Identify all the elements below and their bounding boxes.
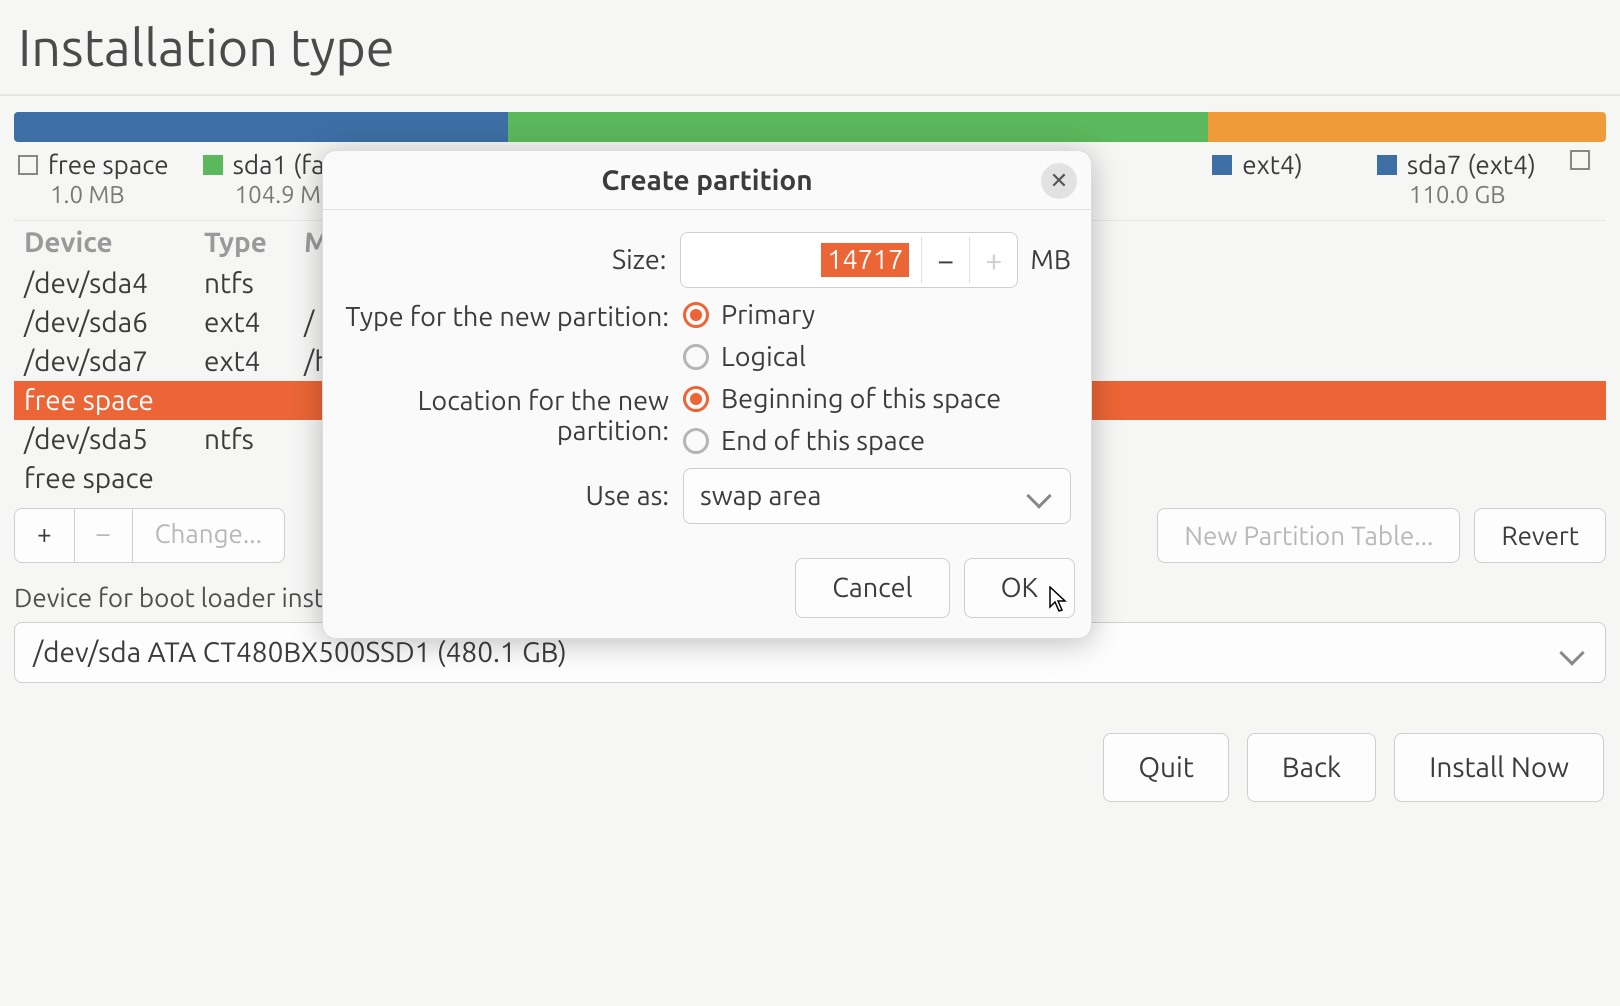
usage-segment (14, 112, 508, 142)
header-type: Type (204, 227, 304, 258)
radio-icon (683, 344, 709, 370)
use-as-value: swap area (700, 481, 821, 511)
size-input[interactable]: 14717 (681, 233, 921, 287)
wizard-footer: Quit Back Install Now (14, 733, 1606, 802)
close-button[interactable]: ✕ (1041, 163, 1077, 199)
ok-button[interactable]: OK (964, 558, 1075, 618)
use-as-select[interactable]: swap area (683, 468, 1071, 524)
legend-item: ext4) (1212, 150, 1303, 208)
radio-icon (683, 302, 709, 328)
cell-device: /dev/sda4 (24, 268, 204, 299)
legend-item: free space1.0 MB (18, 150, 169, 208)
quit-button[interactable]: Quit (1103, 733, 1229, 802)
new-partition-table-button[interactable]: New Partition Table... (1157, 508, 1460, 563)
legend-sublabel: 110.0 GB (1377, 181, 1536, 208)
radio-end-label: End of this space (721, 426, 925, 456)
close-icon: ✕ (1050, 168, 1068, 194)
size-input-value: 14717 (821, 243, 909, 277)
cell-device: /dev/sda6 (24, 307, 204, 338)
radio-primary[interactable]: Primary (683, 300, 815, 330)
cell-type (204, 385, 304, 416)
size-increment-button[interactable]: + (969, 237, 1017, 283)
cell-type: ext4 (204, 346, 304, 377)
legend-label: free space (48, 150, 169, 179)
radio-logical-label: Logical (721, 342, 806, 372)
change-partition-button[interactable]: Change... (132, 508, 285, 563)
swatch-icon (1570, 150, 1590, 170)
size-unit: MB (1030, 245, 1071, 275)
create-partition-dialog: Create partition ✕ Size: 14717 − + MB Ty… (322, 150, 1092, 639)
cell-device: /dev/sda5 (24, 424, 204, 455)
cell-device: free space (24, 463, 204, 494)
remove-partition-button[interactable]: – (74, 508, 132, 563)
legend-label: sda1 (fa (233, 150, 325, 179)
legend-item: sda1 (fa104.9 MB (203, 150, 337, 208)
size-spinbox[interactable]: 14717 − + (680, 232, 1018, 288)
usage-segment (508, 112, 1208, 142)
cell-type: ntfs (204, 424, 304, 455)
bootloader-device-value: /dev/sda ATA CT480BX500SSD1 (480.1 GB) (33, 637, 567, 668)
install-now-button[interactable]: Install Now (1394, 733, 1604, 802)
chevron-down-icon (1026, 483, 1051, 508)
legend-item: sda7 (ext4)110.0 GB (1377, 150, 1536, 208)
swatch-icon (18, 155, 38, 175)
cell-device: /dev/sda7 (24, 346, 204, 377)
radio-primary-label: Primary (721, 300, 815, 330)
swatch-icon (1377, 155, 1397, 175)
radio-beginning-label: Beginning of this space (721, 384, 1001, 414)
use-as-label: Use as: (333, 481, 683, 511)
legend-sublabel: 104.9 MB (203, 181, 337, 208)
size-label: Size: (333, 245, 680, 275)
usage-segment (1208, 112, 1606, 142)
add-partition-button[interactable]: + (14, 508, 74, 563)
chevron-down-icon (1559, 640, 1584, 665)
radio-end[interactable]: End of this space (683, 426, 1001, 456)
cell-device: free space (24, 385, 204, 416)
page-title: Installation type (0, 0, 1620, 94)
cell-type: ntfs (204, 268, 304, 299)
legend-label: sda7 (ext4) (1407, 150, 1536, 179)
radio-beginning[interactable]: Beginning of this space (683, 384, 1001, 414)
radio-logical[interactable]: Logical (683, 342, 815, 372)
partition-type-label: Type for the new partition: (333, 300, 683, 332)
size-decrement-button[interactable]: − (921, 237, 969, 283)
cancel-button[interactable]: Cancel (795, 558, 949, 618)
cell-mount: / (304, 307, 314, 338)
swatch-icon (203, 155, 223, 175)
legend-item (1570, 150, 1602, 208)
legend-label: ext4) (1242, 150, 1303, 179)
radio-icon (683, 386, 709, 412)
back-button[interactable]: Back (1247, 733, 1376, 802)
revert-button[interactable]: Revert (1474, 508, 1606, 563)
legend-sublabel: 1.0 MB (18, 181, 169, 208)
cell-type: ext4 (204, 307, 304, 338)
cell-type (204, 463, 304, 494)
header-device: Device (24, 227, 204, 258)
swatch-icon (1212, 155, 1232, 175)
dialog-title: Create partition (601, 165, 812, 196)
partition-location-label: Location for the new partition: (333, 384, 683, 446)
radio-icon (683, 428, 709, 454)
disk-usage-bar (14, 112, 1606, 142)
